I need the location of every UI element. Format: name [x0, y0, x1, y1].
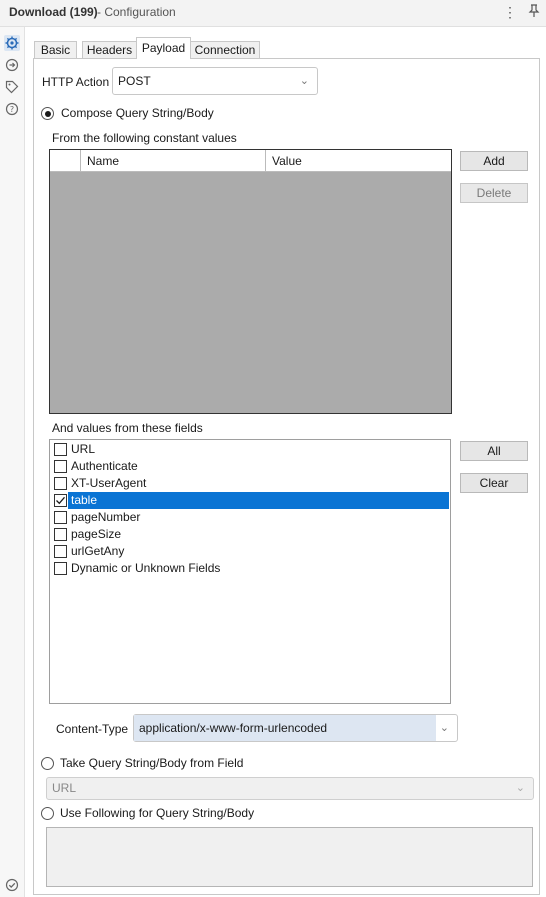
list-item-label: Authenticate	[71, 459, 138, 473]
compose-label: Compose Query String/Body	[61, 106, 214, 120]
http-action-label: HTTP Action	[42, 75, 110, 89]
gear-icon[interactable]	[4, 35, 20, 51]
checkbox[interactable]	[54, 545, 67, 558]
check-circle-icon[interactable]	[4, 877, 20, 893]
content-type-value: application/x-www-form-urlencoded	[139, 721, 328, 735]
tab-headers[interactable]: Headers	[82, 41, 137, 59]
list-item-label: pageSize	[71, 527, 122, 541]
list-item-label: Dynamic or Unknown Fields	[71, 561, 221, 575]
compose-radio[interactable]	[41, 107, 54, 120]
list-item-label: pageNumber	[71, 510, 141, 524]
list-item-label: URL	[71, 442, 96, 456]
svg-text:?: ?	[10, 105, 14, 114]
take-from-field-radio[interactable]	[41, 757, 54, 770]
check-icon	[56, 496, 65, 505]
checkbox[interactable]	[54, 477, 67, 490]
grid-col-value[interactable]: Value	[272, 154, 302, 168]
chevron-down-icon: ⌄	[439, 722, 449, 734]
use-following-radio[interactable]	[41, 807, 54, 820]
checkbox[interactable]	[54, 460, 67, 473]
content-type-select[interactable]: application/x-www-form-urlencoded ⌄	[133, 714, 458, 742]
title-bar: Download (199) - Configuration ⋮	[0, 0, 546, 27]
fields-list[interactable]: URL Authenticate XT-UserAgent table page…	[49, 439, 451, 704]
tab-basic[interactable]: Basic	[34, 41, 77, 59]
constants-label: From the following constant values	[52, 131, 237, 145]
delete-button[interactable]: Delete	[460, 183, 528, 203]
pin-icon[interactable]	[526, 4, 542, 21]
checkbox[interactable]	[54, 562, 67, 575]
all-button[interactable]: All	[460, 441, 528, 461]
kebab-menu-icon[interactable]: ⋮	[502, 4, 518, 21]
clear-button[interactable]: Clear	[460, 473, 528, 493]
list-item[interactable]: pageNumber	[51, 509, 449, 526]
query-body-textarea[interactable]	[46, 827, 533, 887]
list-item[interactable]: URL	[51, 441, 449, 458]
constants-grid[interactable]: Name Value	[49, 149, 452, 414]
use-following-label: Use Following for Query String/Body	[60, 806, 255, 820]
chevron-down-icon: ⌄	[515, 782, 525, 794]
grid-col-name[interactable]: Name	[87, 154, 119, 168]
take-from-field-label: Take Query String/Body from Field	[60, 756, 244, 770]
grid-body	[50, 172, 451, 413]
window-title: Download (199)	[9, 5, 98, 19]
checkbox[interactable]	[54, 511, 67, 524]
content-type-label: Content-Type	[56, 722, 129, 736]
help-icon[interactable]: ?	[4, 101, 20, 117]
list-item-label: table	[68, 492, 449, 509]
list-item[interactable]: urlGetAny	[51, 543, 449, 560]
list-item[interactable]: Dynamic or Unknown Fields	[51, 560, 449, 577]
tag-icon[interactable]	[4, 79, 20, 95]
checkbox[interactable]	[54, 443, 67, 456]
checkbox-checked[interactable]	[54, 494, 67, 507]
http-action-value: POST	[118, 74, 151, 88]
take-from-field-value: URL	[52, 781, 77, 795]
window-subtitle: - Configuration	[97, 5, 176, 19]
list-item[interactable]: XT-UserAgent	[51, 475, 449, 492]
checkbox[interactable]	[54, 528, 67, 541]
tab-payload[interactable]: Payload	[136, 37, 191, 59]
left-rail: ?	[0, 27, 25, 897]
list-item-label: urlGetAny	[71, 544, 125, 558]
grid-header: Name Value	[50, 150, 451, 172]
take-from-field-select[interactable]: URL ⌄	[46, 777, 534, 800]
chevron-down-icon: ⌄	[299, 75, 309, 87]
tab-connection[interactable]: Connection	[190, 41, 260, 59]
list-item[interactable]: Authenticate	[51, 458, 449, 475]
list-item[interactable]: table	[51, 492, 449, 509]
add-button[interactable]: Add	[460, 151, 528, 171]
list-item[interactable]: pageSize	[51, 526, 449, 543]
list-item-label: XT-UserAgent	[71, 476, 147, 490]
http-action-select[interactable]: POST ⌄	[112, 67, 318, 95]
arrow-circle-icon[interactable]	[4, 57, 20, 73]
fields-label: And values from these fields	[52, 421, 203, 435]
